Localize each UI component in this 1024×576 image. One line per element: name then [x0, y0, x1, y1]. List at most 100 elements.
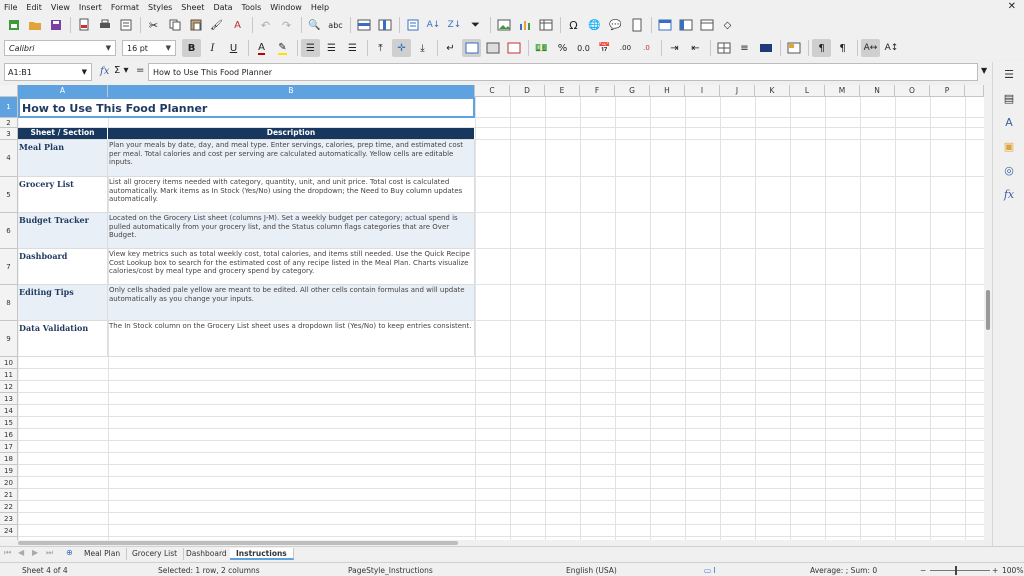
- underline-button[interactable]: U: [224, 39, 243, 57]
- align-right-button[interactable]: ☰: [343, 39, 362, 57]
- insert-chart-button[interactable]: [515, 16, 534, 34]
- menu-insert[interactable]: Insert: [79, 3, 102, 12]
- text-vertical-button[interactable]: A↕: [882, 39, 901, 57]
- last-sheet-icon[interactable]: ⏭: [46, 548, 53, 558]
- print-button[interactable]: [95, 16, 114, 34]
- center-vertically-button[interactable]: ✛: [392, 39, 411, 57]
- language[interactable]: English (USA): [566, 566, 617, 575]
- align-top-button[interactable]: ⤒: [371, 39, 390, 57]
- zoom-slider[interactable]: [930, 570, 990, 571]
- header-sheet-section[interactable]: Sheet / Section: [18, 128, 108, 140]
- open-button[interactable]: [25, 16, 44, 34]
- font-color-button[interactable]: A: [252, 39, 271, 57]
- row-header-7[interactable]: 7: [0, 249, 18, 285]
- save-button[interactable]: [46, 16, 65, 34]
- row-button[interactable]: [354, 16, 373, 34]
- title-cell[interactable]: How to Use This Food Planner: [18, 97, 475, 118]
- functions-icon[interactable]: fx: [1001, 186, 1017, 202]
- section-name-cell[interactable]: Meal Plan: [18, 140, 108, 177]
- border-color-button[interactable]: [756, 39, 775, 57]
- cut-button[interactable]: ✂: [144, 16, 163, 34]
- sort-ascending-button[interactable]: A↓: [424, 16, 443, 34]
- menu-edit[interactable]: Edit: [26, 3, 42, 12]
- spelling-button[interactable]: abc: [326, 16, 345, 34]
- date-format-button[interactable]: 📅: [595, 39, 614, 57]
- navigator-icon[interactable]: ◎: [1001, 162, 1017, 178]
- row-header-10[interactable]: 10: [0, 357, 18, 369]
- menu-data[interactable]: Data: [213, 3, 232, 12]
- row-header-20[interactable]: 20: [0, 477, 18, 489]
- zoom-slider-knob[interactable]: [955, 566, 957, 575]
- tab-instructions[interactable]: Instructions: [230, 548, 294, 560]
- merge-center-button[interactable]: [462, 39, 481, 57]
- close-document-icon[interactable]: ✕: [1008, 1, 1016, 12]
- row-header-11[interactable]: 11: [0, 369, 18, 381]
- row-header-4[interactable]: 4: [0, 140, 18, 177]
- row-header-6[interactable]: 6: [0, 213, 18, 249]
- next-sheet-icon[interactable]: ▶: [32, 548, 38, 557]
- menu-format[interactable]: Format: [111, 3, 139, 12]
- define-print-area-button[interactable]: [655, 16, 674, 34]
- menu-window[interactable]: Window: [270, 3, 302, 12]
- new-button[interactable]: [4, 16, 23, 34]
- currency-format-button[interactable]: 💵: [532, 39, 551, 57]
- redo-button[interactable]: ↷: [277, 16, 296, 34]
- insert-image-button[interactable]: [494, 16, 513, 34]
- font-size-box[interactable]: 16 pt ▼: [122, 40, 176, 56]
- zoom-level[interactable]: 100%: [1002, 566, 1023, 575]
- hyperlink-button[interactable]: 🌐: [585, 16, 604, 34]
- borders-button[interactable]: [714, 39, 733, 57]
- align-bottom-button[interactable]: ⤓: [413, 39, 432, 57]
- page-style[interactable]: PageStyle_Instructions: [348, 566, 433, 575]
- row-header-15[interactable]: 15: [0, 417, 18, 429]
- print-preview-button[interactable]: [116, 16, 135, 34]
- row-header-23[interactable]: 23: [0, 513, 18, 525]
- section-description-cell[interactable]: Located on the Grocery List sheet (colum…: [108, 213, 475, 249]
- freeze-rows-button[interactable]: [676, 16, 695, 34]
- bold-button[interactable]: B: [182, 39, 201, 57]
- font-name-box[interactable]: Calibri ▼: [4, 40, 116, 56]
- menu-sheet[interactable]: Sheet: [181, 3, 204, 12]
- percent-format-button[interactable]: %: [553, 39, 572, 57]
- row-header-18[interactable]: 18: [0, 453, 18, 465]
- menu-help[interactable]: Help: [311, 3, 329, 12]
- menu-styles[interactable]: Styles: [148, 3, 172, 12]
- name-box[interactable]: A1:B1 ▼: [4, 63, 92, 81]
- horizontal-scroll-thumb[interactable]: [18, 541, 458, 545]
- conditional-format-button[interactable]: [784, 39, 803, 57]
- row-header-14[interactable]: 14: [0, 405, 18, 417]
- add-decimal-button[interactable]: .00: [616, 39, 635, 57]
- row-header-2[interactable]: 2: [0, 118, 18, 128]
- increase-indent-button[interactable]: ⇥: [665, 39, 684, 57]
- split-window-button[interactable]: [697, 16, 716, 34]
- delete-decimal-button[interactable]: .0: [637, 39, 656, 57]
- sort-button[interactable]: [403, 16, 422, 34]
- section-description-cell[interactable]: Plan your meals by date, day, and meal t…: [108, 140, 475, 177]
- row-header-17[interactable]: 17: [0, 441, 18, 453]
- spreadsheet-grid[interactable]: A B C D E F G H I J K L M N O P 1 2 3 4 …: [0, 85, 984, 540]
- section-name-cell[interactable]: Editing Tips: [18, 285, 108, 321]
- row-header-24[interactable]: 24: [0, 525, 18, 537]
- section-name-cell[interactable]: Data Validation: [18, 321, 108, 357]
- row-header-5[interactable]: 5: [0, 177, 18, 213]
- headers-footers-button[interactable]: [627, 16, 646, 34]
- border-style-button[interactable]: ≡: [735, 39, 754, 57]
- properties-icon[interactable]: ▤: [1001, 90, 1017, 106]
- section-description-cell[interactable]: The In Stock column on the Grocery List …: [108, 321, 475, 357]
- number-format-button[interactable]: 0.0: [574, 39, 593, 57]
- sidebar-menu-icon[interactable]: ☰: [1001, 66, 1017, 82]
- pivot-table-button[interactable]: [536, 16, 555, 34]
- find-replace-button[interactable]: 🔍: [305, 16, 324, 34]
- undo-button[interactable]: ↶: [256, 16, 275, 34]
- column-button[interactable]: [375, 16, 394, 34]
- align-center-button[interactable]: ☰: [322, 39, 341, 57]
- rtl-button[interactable]: ¶: [833, 39, 852, 57]
- selection-mode-icon[interactable]: ▭ Ι: [704, 566, 716, 575]
- row-header-1[interactable]: 1: [0, 97, 18, 118]
- tab-grocery-list[interactable]: Grocery List: [126, 548, 185, 560]
- clear-formatting-button[interactable]: A: [228, 16, 247, 34]
- highlight-button[interactable]: ✎: [273, 39, 292, 57]
- menu-view[interactable]: View: [51, 3, 70, 12]
- row-header-21[interactable]: 21: [0, 489, 18, 501]
- sort-descending-button[interactable]: Z↓: [445, 16, 464, 34]
